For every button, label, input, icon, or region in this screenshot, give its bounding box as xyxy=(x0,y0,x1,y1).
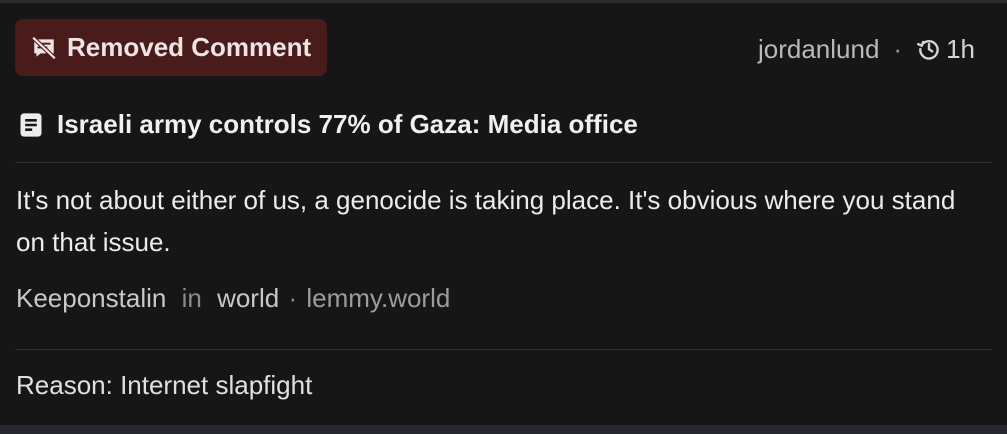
post-title-row[interactable]: Israeli army controls 77% of Gaza: Media… xyxy=(17,109,638,140)
badge-label: Removed Comment xyxy=(67,32,312,62)
community-link[interactable]: world xyxy=(217,283,279,313)
removal-reason: Reason: Internet slapfight xyxy=(16,370,313,400)
action-meta: jordanlund · 1h xyxy=(758,31,975,67)
mod-log-card: Removed Comment jordanlund · 1h Israeli … xyxy=(0,0,1007,434)
document-icon xyxy=(20,112,42,137)
removed-comment-badge: Removed Comment xyxy=(15,19,328,76)
comment-body: It's not about either of us, a genocide … xyxy=(16,185,956,257)
meta-separator: · xyxy=(288,283,298,313)
history-icon xyxy=(917,40,939,60)
instance-link[interactable]: lemmy.world xyxy=(306,283,450,313)
in-label: in xyxy=(181,283,202,313)
comment-meta: Keeponstalin in world · lemmy.world xyxy=(16,280,450,316)
divider xyxy=(15,162,992,163)
comment-author-link[interactable]: Keeponstalin xyxy=(16,283,166,313)
moderator-link[interactable]: jordanlund xyxy=(758,34,879,65)
meta-separator: · xyxy=(893,33,903,64)
divider xyxy=(15,349,992,350)
comment-off-icon xyxy=(31,35,57,60)
timestamp: 1h xyxy=(946,33,975,64)
post-title[interactable]: Israeli army controls 77% of Gaza: Media… xyxy=(57,109,638,140)
